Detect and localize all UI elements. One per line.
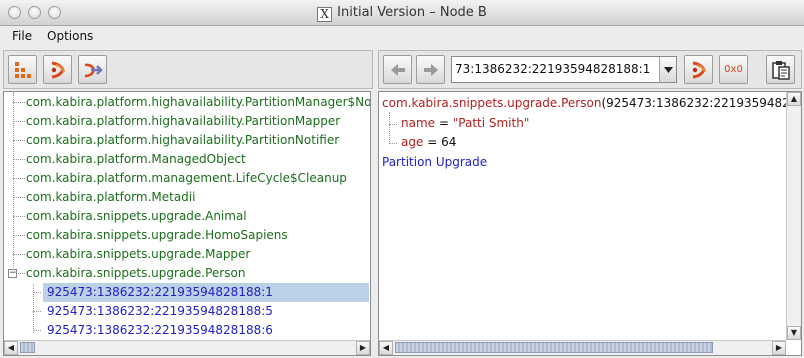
scroll-down-button[interactable]: ▼ xyxy=(787,326,801,340)
tree-item[interactable]: com.kabira.snippets.upgrade.Animal xyxy=(4,207,356,226)
hierarchy-icon xyxy=(14,61,31,78)
tree-item[interactable]: com.kabira.platform.highavailability.Par… xyxy=(4,112,356,131)
kabira-button[interactable] xyxy=(43,55,72,84)
title-bar: X Initial Version – Node B xyxy=(0,0,804,26)
object-address-field[interactable]: 73:1386232:22193594828188:1 xyxy=(451,56,677,83)
tree-guide-line xyxy=(389,112,390,142)
tree-child-label: 925473:1386232:22193594828188:6 xyxy=(47,323,273,337)
tree-item-label: com.kabira.platform.ManagedObject xyxy=(26,152,246,166)
export-icon xyxy=(84,63,103,77)
scroll-up-button[interactable]: ▲ xyxy=(787,92,801,106)
tree-item-expanded[interactable]: − com.kabira.snippets.upgrade.Person xyxy=(4,264,356,283)
object-id: (925473:1386232:22193594828188:1) xyxy=(601,96,801,110)
tree-item[interactable]: com.kabira.platform.management.LifeCycle… xyxy=(4,169,356,188)
scroll-right-button[interactable]: ▶ xyxy=(356,341,370,355)
right-toolbar: 73:1386232:22193594828188:1 0x0 xyxy=(378,50,802,89)
field-row[interactable]: age = 64 xyxy=(401,135,456,149)
tree-item-label: com.kabira.snippets.upgrade.Animal xyxy=(26,209,247,223)
object-view-pane[interactable]: com.kabira.snippets.upgrade.Person(92547… xyxy=(378,91,802,356)
scroll-left-button[interactable]: ◀ xyxy=(4,341,18,355)
forward-arrow-icon xyxy=(423,63,438,76)
tree-child[interactable]: 925473:1386232:22193594828188:5 xyxy=(33,302,356,321)
hierarchy-button[interactable] xyxy=(8,55,37,84)
menu-options[interactable]: Options xyxy=(47,29,93,43)
tree-item[interactable]: com.kabira.platform.highavailability.Par… xyxy=(4,131,356,150)
kabira-icon xyxy=(51,61,65,78)
tree-item-label: com.kabira.snippets.upgrade.HomoSapiens xyxy=(26,228,288,242)
window-title-area: X Initial Version – Node B xyxy=(0,5,804,22)
scroll-thumb[interactable] xyxy=(395,342,713,353)
object-horizontal-scrollbar[interactable]: ◀ ▶ xyxy=(379,340,786,355)
field-name: age xyxy=(401,135,424,149)
tree-item[interactable]: com.kabira.platform.ManagedObject xyxy=(4,150,356,169)
tree-item[interactable]: com.kabira.snippets.upgrade.Mapper xyxy=(4,245,356,264)
tree-item-label: com.kabira.platform.highavailability.Par… xyxy=(26,114,341,128)
kabira-icon xyxy=(692,61,706,78)
back-arrow-icon xyxy=(390,63,405,76)
object-address-value: 73:1386232:22193594828188:1 xyxy=(455,62,651,76)
collapse-toggle[interactable]: − xyxy=(8,269,17,278)
tree-child[interactable]: 925473:1386232:22193594828188:6 xyxy=(33,321,356,340)
forward-button[interactable] xyxy=(416,55,445,84)
object-vertical-scrollbar[interactable]: ▲ ▼ xyxy=(786,92,801,340)
field-value: 64 xyxy=(441,135,457,149)
field-row[interactable]: name = "Patti Smith" xyxy=(401,116,529,130)
tree-horizontal-scrollbar[interactable]: ◀ ▶ xyxy=(4,340,370,355)
hex-label: 0x0 xyxy=(724,64,743,75)
chevron-down-icon xyxy=(663,66,673,73)
menu-file[interactable]: File xyxy=(12,29,32,43)
export-button[interactable] xyxy=(78,55,107,84)
field-equals: = xyxy=(438,116,449,130)
kabira-object-button[interactable] xyxy=(684,55,713,84)
window-title: Initial Version – Node B xyxy=(337,5,487,20)
tree-item-label: com.kabira.platform.management.LifeCycle… xyxy=(26,171,347,185)
hex-button[interactable]: 0x0 xyxy=(719,55,748,84)
tree-item[interactable]: com.kabira.platform.highavailability.Par… xyxy=(4,93,370,112)
left-toolbar xyxy=(3,50,373,89)
tree-child-label: 925473:1386232:22193594828188:1 xyxy=(47,285,273,299)
object-class-name: com.kabira.snippets.upgrade.Person xyxy=(382,96,602,110)
scroll-thumb[interactable] xyxy=(20,342,35,353)
field-name: name xyxy=(401,116,436,130)
tree-child-selected[interactable]: 925473:1386232:22193594828188:1 xyxy=(33,283,369,302)
scroll-left-button[interactable]: ◀ xyxy=(379,341,393,355)
menu-bar: File Options xyxy=(0,26,804,47)
copy-button[interactable] xyxy=(766,55,795,84)
scroll-right-button[interactable]: ▶ xyxy=(772,341,786,355)
clipboard-icon xyxy=(771,60,790,80)
field-equals: = xyxy=(427,135,438,149)
back-button[interactable] xyxy=(383,55,412,84)
object-header: com.kabira.snippets.upgrade.Person(92547… xyxy=(382,96,801,110)
tree-item-label: com.kabira.platform.Metadii xyxy=(26,190,196,204)
tree-item-label: com.kabira.platform.highavailability.Par… xyxy=(26,95,371,109)
tree-item-label: com.kabira.snippets.upgrade.Mapper xyxy=(26,247,251,261)
class-tree-pane[interactable]: com.kabira.platform.highavailability.Par… xyxy=(3,91,371,356)
tree-child-label: 925473:1386232:22193594828188:5 xyxy=(47,304,273,318)
field-value: "Patti Smith" xyxy=(452,116,530,130)
x11-icon: X xyxy=(317,7,333,22)
tree-item-label: com.kabira.platform.highavailability.Par… xyxy=(26,133,340,147)
tree-item-label: com.kabira.snippets.upgrade.Person xyxy=(26,266,246,280)
tree-item[interactable]: com.kabira.platform.Metadii xyxy=(4,188,356,207)
partition-upgrade-label: Partition Upgrade xyxy=(382,155,488,169)
tree-item[interactable]: com.kabira.snippets.upgrade.HomoSapiens xyxy=(4,226,356,245)
address-dropdown-button[interactable] xyxy=(659,57,676,82)
